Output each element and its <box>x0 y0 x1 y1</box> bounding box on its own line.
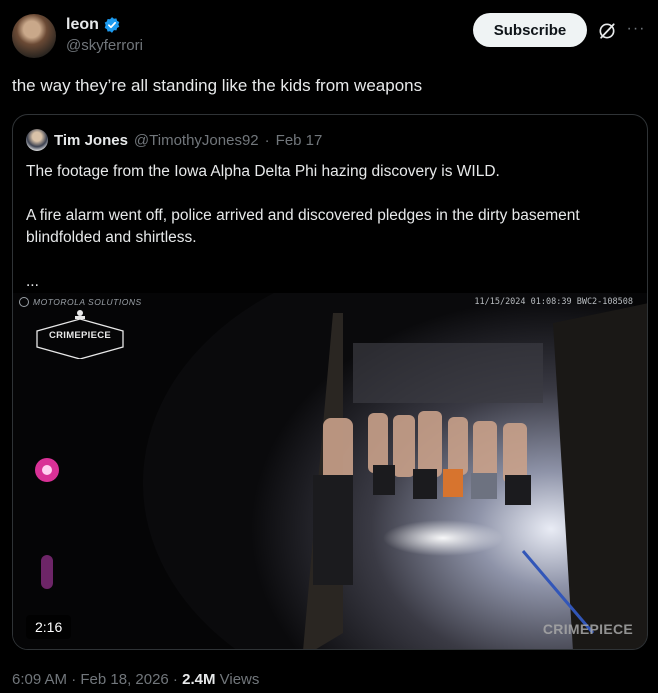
quoted-paragraph: A fire alarm went off, police arrived an… <box>26 207 580 246</box>
author-avatar[interactable] <box>12 14 56 58</box>
quoted-author-name: Tim Jones <box>54 131 128 149</box>
crimepiece-badge: CRIMEPIECE <box>35 305 125 360</box>
post-timestamp[interactable]: 6:09 AM · Feb 18, 2026 · <box>12 671 182 688</box>
more-icon[interactable]: ··· <box>626 21 646 41</box>
crimepiece-badge-text: CRIMEPIECE <box>48 330 112 341</box>
post-header: leon @skyferrori Subscribe ··· <box>12 12 646 60</box>
quoted-separator: · <box>264 131 270 149</box>
video-timestamp-overlay: 11/15/2024 01:08:39 BWC2-108508 <box>474 297 633 307</box>
quoted-author-avatar <box>26 129 48 151</box>
quoted-post-header: Tim Jones @TimothyJones92 · Feb 17 <box>26 129 322 151</box>
quoted-post[interactable]: Tim Jones @TimothyJones92 · Feb 17 The f… <box>12 114 648 650</box>
quoted-paragraph: The footage from the Iowa Alpha Delta Ph… <box>26 163 500 180</box>
post-text: the way they’re all standing like the ki… <box>12 76 423 95</box>
views-label: Views <box>219 671 260 688</box>
video-duration: 2:16 <box>26 615 72 639</box>
author-handle[interactable]: @skyferrori <box>66 37 143 54</box>
author-name[interactable]: leon <box>66 16 99 34</box>
views-count: 2.4M <box>182 671 216 688</box>
grok-icon[interactable] <box>597 21 617 41</box>
motorola-logo-icon <box>19 297 29 307</box>
verified-badge-icon <box>104 17 120 33</box>
quoted-author-handle: @TimothyJones92 <box>133 131 259 149</box>
quoted-post-body: The footage from the Iowa Alpha Delta Ph… <box>26 161 626 293</box>
author-name-row[interactable]: leon <box>66 16 121 34</box>
quoted-date: Feb 17 <box>275 131 323 149</box>
video-player[interactable]: MOTOROLA SOLUTIONS 11/15/2024 01:08:39 B… <box>13 293 647 649</box>
subscribe-button[interactable]: Subscribe <box>473 13 587 47</box>
video-watermark: CRIMEPIECE <box>542 621 633 637</box>
author-info[interactable]: leon @skyferrori <box>66 16 143 54</box>
quoted-ellipsis: ... <box>26 273 39 290</box>
post-footer: 6:09 AM · Feb 18, 2026 · 2.4M Views <box>12 671 259 688</box>
